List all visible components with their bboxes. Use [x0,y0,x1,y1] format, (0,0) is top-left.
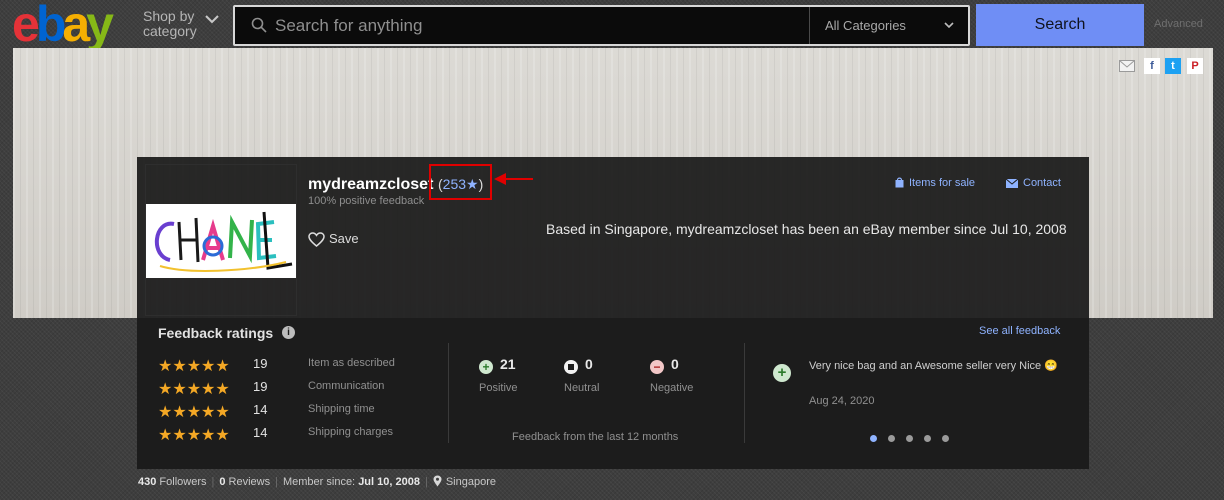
email-share-icon[interactable] [1119,58,1135,74]
ebay-logo[interactable]: ebay [12,0,114,52]
negative-label: Negative [650,382,694,394]
info-icon[interactable]: i [282,326,295,339]
minus-icon: − [650,360,664,374]
feedback-ratings-title: Feedback ratings [158,325,274,341]
chevron-down-icon [205,15,219,24]
category-select[interactable]: All Categories [809,7,968,44]
neutral-square-icon [564,360,578,374]
heart-icon [308,232,325,247]
rating-label: Shipping time [308,403,375,415]
save-label: Save [329,231,359,246]
search-button[interactable]: Search [976,4,1144,46]
panel-divider [448,343,449,443]
neutral-count-value: 0 [585,356,593,372]
followers-count: 430 [138,476,157,488]
carousel-dot-2[interactable] [888,435,895,442]
advanced-search-link[interactable]: Advanced [1154,18,1203,30]
logo-letter-b: b [35,0,66,52]
rating-label: Communication [308,380,385,392]
carousel-dot-1[interactable] [870,435,877,442]
feedback-score-highlight [429,164,492,200]
positive-comment-icon: + [773,364,791,382]
facebook-share-icon[interactable]: f [1144,58,1160,74]
member-since-date: Jul 10, 2008 [358,476,420,488]
carousel-dot-3[interactable] [906,435,913,442]
rating-count: 14 [253,402,268,417]
category-select-label: All Categories [825,18,906,33]
member-since-label: Member since: [282,476,356,488]
search-bar: All Categories [233,5,970,46]
store-stats: 430 Followers | 0 Reviews | Member since: Ju… [138,475,496,488]
positive-count-value: 21 [500,356,516,372]
feedback-ratings-panel: Feedback ratings i See all feedback ★★★★… [137,318,1089,469]
logo-letter-y: y [86,0,114,52]
seller-location-membership: Based in Singapore, mydreamzcloset has b… [546,221,1067,237]
contact-label: Contact [1023,177,1061,189]
chanel-logo-text: CHANEL [219,274,224,277]
shopping-bag-icon [895,177,904,188]
feedback-comment-date: Aug 24, 2020 [809,395,875,407]
twitter-share-icon[interactable]: t [1165,58,1181,74]
feedback-comment-text: Very nice bag and an Awesome seller very… [809,360,1058,372]
star-rating-icon: ★★★★★ [158,404,230,421]
reviews-label[interactable]: Reviews [229,476,271,488]
negative-count-value: 0 [671,356,679,372]
envelope-icon [1005,178,1019,188]
contact-seller-link[interactable]: Contact [1005,177,1061,189]
store-info-card: CHANEL mydreamzcloset (253★) 100% positi… [137,157,1089,318]
rating-count: 19 [253,379,268,394]
pinterest-share-icon[interactable]: P [1187,58,1203,74]
location-label: Singapore [445,476,496,488]
positive-count: +21 [479,356,516,374]
followers-label[interactable]: Followers [159,476,206,488]
shop-by-category-button[interactable]: Shop by category [143,9,223,39]
store-logo[interactable]: CHANEL [145,164,297,316]
chanel-scribble-art: CHANEL [154,211,293,277]
plus-icon: + [479,360,493,374]
chanel-logo-image: CHANEL [146,204,296,278]
star-rating-icon: ★★★★★ [158,358,230,375]
shop-by-line2: category [143,23,197,39]
search-icon [251,17,267,33]
positive-feedback-percent: 100% positive feedback [308,195,425,207]
see-all-feedback-link[interactable]: See all feedback [979,325,1060,337]
carousel-dot-5[interactable] [942,435,949,442]
seller-name-link[interactable]: mydreamzcloset [308,176,433,194]
items-for-sale-label: Items for sale [909,177,976,189]
rating-label: Item as described [308,357,395,369]
search-input[interactable] [275,11,835,40]
location-pin-icon [433,475,442,487]
carousel-dot-4[interactable] [924,435,931,442]
rating-label: Shipping charges [308,426,394,438]
logo-letter-e: e [12,0,40,52]
site-header: ebay Shop by category All Categories Sea… [0,0,1224,52]
panel-divider [744,343,745,443]
star-rating-icon: ★★★★★ [158,381,230,398]
items-for-sale-link[interactable]: Items for sale [895,177,975,189]
neutral-label: Neutral [564,382,600,394]
negative-count: −0 [650,356,679,374]
star-rating-icon: ★★★★★ [158,427,230,444]
neutral-count: 0 [564,356,593,374]
chevron-down-icon [944,22,954,28]
carousel-pagination [870,429,960,447]
rating-count: 19 [253,356,268,371]
positive-label: Positive [479,382,518,394]
logo-letter-a: a [62,0,90,52]
reviews-count: 0 [219,476,226,488]
save-seller-button[interactable]: Save [308,231,359,247]
rating-count: 14 [253,425,268,440]
annotation-arrow-icon [494,173,533,185]
feedback-period-note: Feedback from the last 12 months [512,431,679,443]
